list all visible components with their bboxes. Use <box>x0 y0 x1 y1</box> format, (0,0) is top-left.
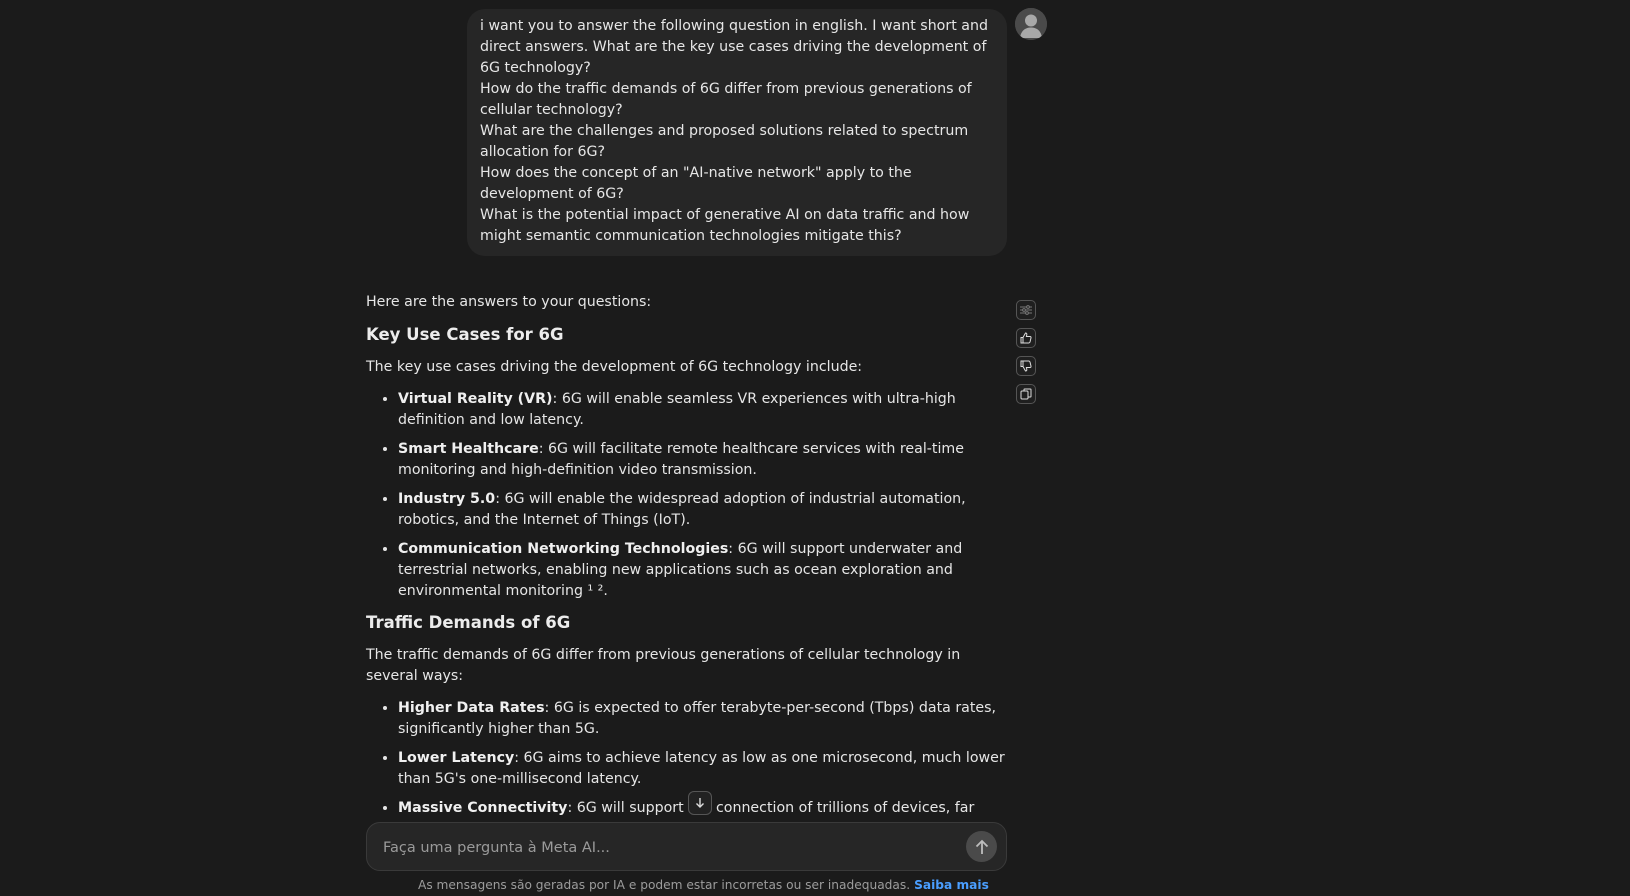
section-lead: The key use cases driving the developmen… <box>366 359 863 375</box>
user-message-line: What is the potential impact of generati… <box>480 207 970 244</box>
thumbs-down-button[interactable] <box>1016 356 1036 376</box>
thumbs-down-icon <box>1020 360 1032 372</box>
section-lead: The traffic demands of 6G differ from pr… <box>366 647 961 684</box>
send-button[interactable] <box>966 831 997 862</box>
assistant-message: Here are the answers to your questions: … <box>366 292 1008 829</box>
section-heading: Traffic Demands of 6G <box>366 613 571 632</box>
bullet-list: Virtual Reality (VR): 6G will enable sea… <box>366 389 1008 602</box>
list-item: Communication Networking Technologies: 6… <box>398 539 1008 602</box>
arrow-down-icon <box>696 798 704 808</box>
copy-icon <box>1020 388 1032 400</box>
copy-button[interactable] <box>1016 384 1036 404</box>
list-item-term: Virtual Reality (VR) <box>398 391 553 407</box>
list-item-term: Massive Connectivity <box>398 800 568 816</box>
assistant-intro: Here are the answers to your questions: <box>366 294 652 310</box>
list-item: Virtual Reality (VR): 6G will enable sea… <box>398 389 1008 431</box>
list-item-text: : 6G will support the connection of tril… <box>567 800 975 816</box>
adjust-response-button[interactable] <box>1016 300 1036 320</box>
user-avatar-icon <box>1015 8 1047 40</box>
section-heading: Key Use Cases for 6G <box>366 325 564 344</box>
thumbs-up-icon <box>1020 332 1032 344</box>
message-composer <box>366 822 1007 871</box>
list-item-term: Lower Latency <box>398 750 515 766</box>
chat-area: i want you to answer the following quest… <box>0 0 1630 896</box>
learn-more-link[interactable]: Saiba mais <box>914 878 989 892</box>
list-item: Lower Latency: 6G aims to achieve latenc… <box>398 748 1008 790</box>
user-message-line: i want you to answer the following quest… <box>480 18 988 76</box>
user-avatar[interactable] <box>1015 8 1047 40</box>
list-item-term: Communication Networking Technologies <box>398 541 729 557</box>
list-item: Industry 5.0: 6G will enable the widespr… <box>398 489 1008 531</box>
arrow-up-icon <box>975 839 988 854</box>
thumbs-up-button[interactable] <box>1016 328 1036 348</box>
user-message-line: How do the traffic demands of 6G differ … <box>480 81 972 118</box>
message-actions <box>1016 300 1038 412</box>
user-message-line: What are the challenges and proposed sol… <box>480 123 969 160</box>
message-input[interactable] <box>381 836 945 860</box>
list-item: Smart Healthcare: 6G will facilitate rem… <box>398 439 1008 481</box>
user-message: i want you to answer the following quest… <box>467 9 1007 256</box>
list-item-term: Higher Data Rates <box>398 700 545 716</box>
list-item-term: Industry 5.0 <box>398 491 496 507</box>
scroll-down-button[interactable] <box>688 791 712 815</box>
list-item: Higher Data Rates: 6G is expected to off… <box>398 698 1008 740</box>
sliders-icon <box>1020 305 1032 315</box>
disclaimer-text: As mensagens são geradas por IA e podem … <box>418 878 911 892</box>
bullet-list: Higher Data Rates: 6G is expected to off… <box>366 698 1008 819</box>
list-item-term: Smart Healthcare <box>398 441 539 457</box>
user-message-line: How does the concept of an "AI-native ne… <box>480 165 912 202</box>
